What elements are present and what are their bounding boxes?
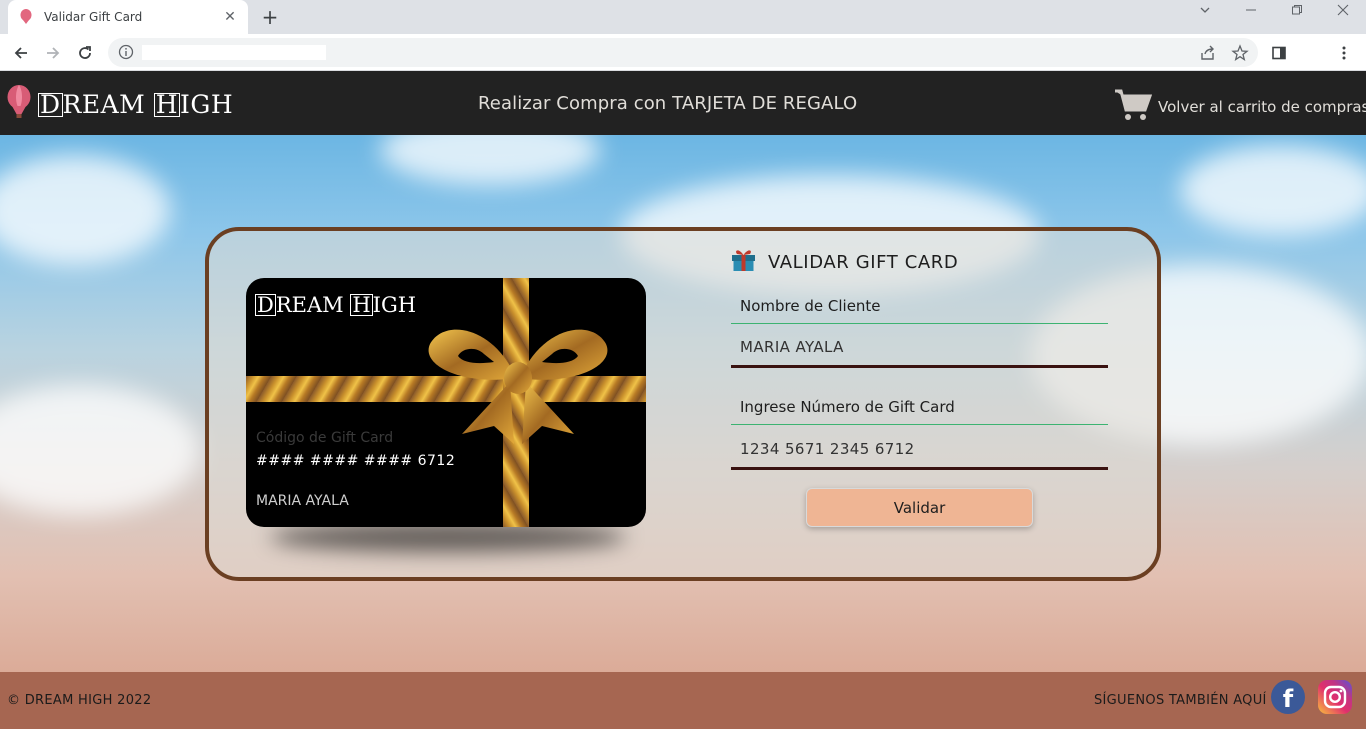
bookmark-star-icon[interactable] bbox=[1231, 44, 1249, 62]
card-number: #### #### #### 6712 bbox=[256, 453, 456, 469]
logo-text: DREAM HIGH bbox=[38, 89, 234, 119]
cart-label: Volver al carrito de compras bbox=[1158, 98, 1366, 116]
form-title: VALIDAR GIFT CARD bbox=[768, 251, 959, 273]
client-name-input[interactable] bbox=[731, 328, 1108, 368]
balloon-icon bbox=[6, 85, 32, 123]
cloud bbox=[380, 135, 600, 185]
copyright-text: © DREAM HIGH 2022 bbox=[7, 693, 152, 708]
giftcard-number-input[interactable] bbox=[731, 430, 1108, 470]
cloud bbox=[0, 155, 170, 265]
card-code-label: Código de Gift Card bbox=[256, 430, 394, 446]
cloud bbox=[0, 385, 200, 515]
gift-card-preview: DREAM HIGH Código de Gift Card #### ####… bbox=[246, 278, 646, 527]
facebook-icon[interactable]: f bbox=[1271, 680, 1305, 714]
bow-icon bbox=[428, 329, 608, 444]
card-holder-name: MARIA AYALA bbox=[256, 493, 349, 509]
page-title: Realizar Compra con TARJETA DE REGALO bbox=[478, 93, 858, 114]
validate-button[interactable]: Validar bbox=[806, 488, 1033, 527]
gift-icon bbox=[731, 248, 756, 276]
reload-icon[interactable] bbox=[72, 40, 98, 66]
close-tab-icon[interactable]: ✕ bbox=[222, 9, 238, 25]
minimize-icon[interactable] bbox=[1236, 4, 1266, 20]
giftcard-number-label: Ingrese Número de Gift Card bbox=[731, 389, 1108, 425]
site-info-icon[interactable] bbox=[118, 44, 134, 60]
tab-search-icon[interactable] bbox=[1190, 4, 1220, 20]
follow-us-text: SÍGUENOS TAMBIÉN AQUÍ bbox=[1094, 693, 1267, 708]
site-footer: © DREAM HIGH 2022 SÍGUENOS TAMBIÉN AQUÍ … bbox=[0, 672, 1366, 729]
url-field[interactable] bbox=[142, 45, 326, 60]
balloon-icon bbox=[18, 9, 34, 25]
menu-dots-icon[interactable] bbox=[1331, 40, 1357, 66]
client-name-label: Nombre de Cliente bbox=[731, 288, 1108, 324]
restore-icon[interactable] bbox=[1282, 4, 1312, 20]
cloud bbox=[1180, 145, 1366, 235]
back-to-cart-link[interactable]: Volver al carrito de compras bbox=[1114, 88, 1366, 126]
form-header: VALIDAR GIFT CARD bbox=[731, 248, 958, 276]
browser-tab-bar: Validar Gift Card ✕ + bbox=[0, 0, 1366, 34]
site-logo[interactable]: DREAM HIGH bbox=[6, 85, 233, 123]
address-bar[interactable] bbox=[108, 38, 1258, 67]
forward-arrow-icon[interactable] bbox=[40, 40, 66, 66]
cart-icon bbox=[1114, 88, 1153, 126]
new-tab-button[interactable]: + bbox=[258, 5, 282, 29]
close-window-icon[interactable] bbox=[1328, 4, 1358, 20]
share-icon[interactable] bbox=[1199, 44, 1217, 62]
tab-title: Validar Gift Card bbox=[44, 10, 143, 24]
site-header: DREAM HIGH Realizar Compra con TARJETA D… bbox=[0, 71, 1366, 135]
browser-toolbar bbox=[0, 34, 1366, 71]
side-panel-icon[interactable] bbox=[1266, 40, 1292, 66]
browser-tab[interactable]: Validar Gift Card ✕ bbox=[8, 0, 248, 34]
back-arrow-icon[interactable] bbox=[8, 40, 34, 66]
instagram-icon[interactable] bbox=[1318, 680, 1352, 714]
card-logo: DREAM HIGH bbox=[255, 293, 417, 317]
